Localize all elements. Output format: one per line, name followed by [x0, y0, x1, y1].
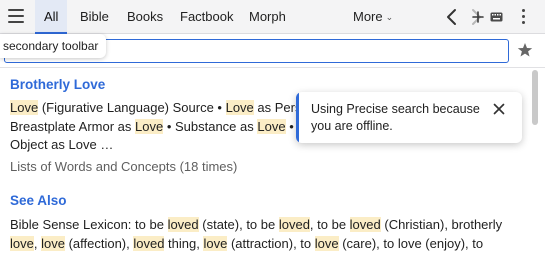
keyboard-icon[interactable] [490, 12, 503, 22]
tab-factbook[interactable]: Factbook [180, 0, 233, 34]
text-segment: (care), to love (enjoy), to [338, 235, 484, 251]
highlighted-term: love [314, 235, 339, 251]
highlighted-term: Love [135, 118, 164, 134]
more-vertical-icon[interactable] [518, 9, 528, 27]
chevron-left-icon[interactable] [443, 7, 461, 27]
text-segment: • Substance as [163, 118, 258, 134]
results-scrollbar[interactable] [532, 70, 538, 125]
highlighted-term: Love [225, 100, 254, 115]
highlighted-term: Love [257, 118, 286, 134]
highlighted-term: Love [10, 100, 39, 115]
top-toolbar: All Bible Books Factbook Morph More ⌄ [0, 0, 545, 34]
see-also-title[interactable]: See Also [10, 193, 67, 208]
notice-accent-bar [296, 92, 299, 143]
notice-text: Using Precise search because you are off… [311, 102, 480, 133]
offline-notice: Using Precise search because you are off… [296, 92, 522, 143]
text-segment: , to be [309, 217, 350, 232]
highlighted-term: love [10, 235, 34, 251]
close-icon[interactable] [493, 103, 505, 115]
chevron-down-icon: ⌄ [385, 12, 394, 22]
app-window: All Bible Books Factbook Morph More ⌄ se… [0, 0, 545, 255]
text-segment: (affection), [64, 235, 134, 251]
secondary-toolbar-tooltip: secondary toolbar [0, 34, 107, 58]
tab-morph[interactable]: Morph [249, 0, 286, 34]
text-segment: Breastplate Armor as [10, 118, 135, 134]
tab-more[interactable]: More ⌄ [353, 0, 393, 34]
see-also-line-1[interactable]: Bible Sense Lexicon: to be loved (state)… [10, 216, 520, 235]
highlighted-term: love [203, 235, 228, 251]
text-segment: thing, [164, 235, 204, 251]
see-also-line-2[interactable]: love, love (affection), loved thing, lov… [10, 235, 520, 254]
text-segment: , [33, 235, 42, 251]
tab-bible[interactable]: Bible [80, 0, 109, 34]
text-segment: Object as Love … [10, 137, 114, 152]
tab-books[interactable]: Books [127, 0, 163, 34]
text-segment: (attraction), to [227, 235, 315, 251]
text-segment: (Figurative Language) Source • [38, 100, 226, 115]
text-segment: Bible Sense Lexicon: to be [10, 217, 168, 232]
star-icon[interactable] [517, 42, 533, 58]
tab-all[interactable]: All [35, 0, 68, 34]
highlighted-term: loved [278, 217, 310, 232]
brotherly-love-meta: Lists of Words and Concepts (18 times) [10, 159, 238, 174]
menu-icon[interactable] [8, 9, 24, 25]
highlighted-term: loved [167, 217, 199, 232]
text-segment: (Christian), brotherly [380, 217, 503, 232]
text-segment: (state), to be [198, 217, 279, 232]
highlighted-term: love [41, 235, 65, 251]
brotherly-love-title[interactable]: Brotherly Love [10, 77, 105, 92]
more-label: More [353, 9, 383, 24]
plus-icon[interactable] [472, 11, 484, 23]
highlighted-term: loved [133, 235, 165, 251]
highlighted-term: loved [349, 217, 381, 232]
